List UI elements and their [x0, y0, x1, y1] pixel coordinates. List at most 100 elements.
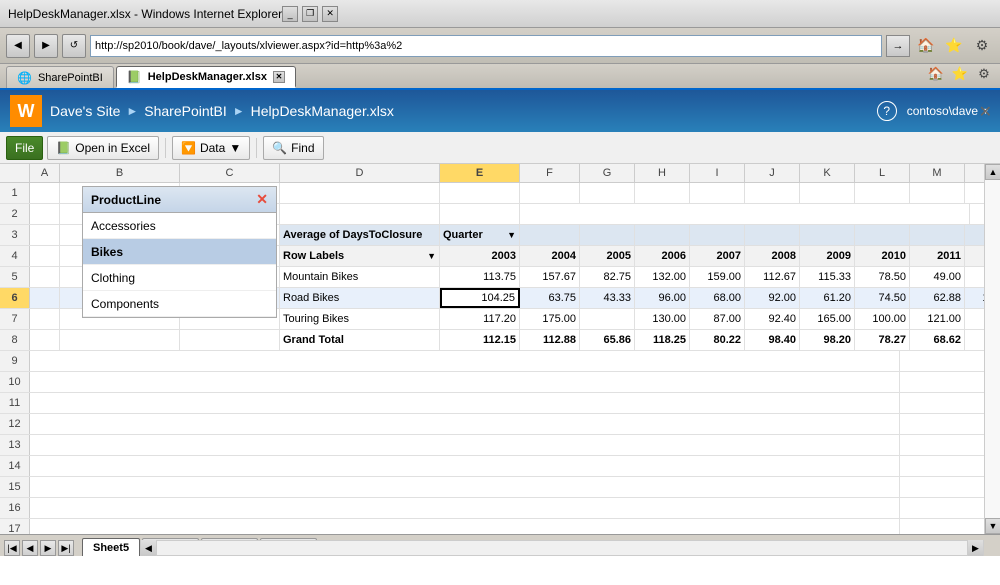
restore-button[interactable]: ❐ — [302, 6, 318, 22]
cell-d3-pivot-header[interactable]: Average of DaysToClosure — [280, 225, 440, 245]
col-header-e[interactable]: E — [440, 164, 520, 182]
cell-a5[interactable] — [30, 267, 60, 287]
cell-f4-2004[interactable]: 2004 — [520, 246, 580, 266]
cell-f5-val[interactable]: 157.67 — [520, 267, 580, 287]
cell-h3[interactable] — [635, 225, 690, 245]
cell-j8-val[interactable]: 98.40 — [745, 330, 800, 350]
cell-e1[interactable] — [440, 183, 520, 203]
helpdesk-tab-close[interactable]: ✕ — [273, 71, 285, 83]
cell-rest-2[interactable] — [520, 204, 970, 224]
cell-m1[interactable] — [910, 183, 965, 203]
home-icon[interactable]: 🏠 — [914, 34, 938, 58]
col-header-f[interactable]: F — [520, 164, 580, 182]
cell-f8-val[interactable]: 112.88 — [520, 330, 580, 350]
cell-g4-2005[interactable]: 2005 — [580, 246, 635, 266]
col-header-a[interactable]: A — [30, 164, 60, 182]
sheet-prev-button[interactable]: ◀ — [22, 540, 38, 556]
cell-h6-val[interactable]: 96.00 — [635, 288, 690, 308]
scroll-track[interactable] — [985, 180, 1000, 518]
cell-a1[interactable] — [30, 183, 60, 203]
cell-d5-mountain[interactable]: Mountain Bikes — [280, 267, 440, 287]
cell-i4-2007[interactable]: 2007 — [690, 246, 745, 266]
col-header-m[interactable]: M — [910, 164, 965, 182]
cell-m3[interactable] — [910, 225, 965, 245]
cell-i5-val[interactable]: 159.00 — [690, 267, 745, 287]
cell-d6-road[interactable]: Road Bikes — [280, 288, 440, 308]
col-header-g[interactable]: G — [580, 164, 635, 182]
refresh-button[interactable]: ↺ — [62, 34, 86, 58]
cell-e6-val-selected[interactable]: 104.25 — [440, 288, 520, 308]
sheet-last-button[interactable]: ▶| — [58, 540, 74, 556]
cell-g3[interactable] — [580, 225, 635, 245]
viewer-close-button[interactable]: ✕ — [979, 102, 992, 122]
cell-a4[interactable] — [30, 246, 60, 266]
scroll-up-button[interactable]: ▲ — [985, 164, 1000, 180]
col-header-c[interactable]: C — [180, 164, 280, 182]
horizontal-scrollbar[interactable]: ◀ ▶ — [140, 540, 984, 556]
cell-h7-val[interactable]: 130.00 — [635, 309, 690, 329]
cell-d1[interactable] — [280, 183, 440, 203]
cell-g1[interactable] — [580, 183, 635, 203]
col-header-j[interactable]: J — [745, 164, 800, 182]
cell-g7-val[interactable] — [580, 309, 635, 329]
slicer-item-accessories[interactable]: Accessories — [83, 213, 276, 239]
cell-a7[interactable] — [30, 309, 60, 329]
cell-e5-val[interactable]: 113.75 — [440, 267, 520, 287]
cell-a6[interactable] — [30, 288, 60, 308]
cell-i8-val[interactable]: 80.22 — [690, 330, 745, 350]
cell-j5-val[interactable]: 112.67 — [745, 267, 800, 287]
breadcrumb-site[interactable]: Dave's Site — [50, 103, 120, 119]
cell-f7-val[interactable]: 175.00 — [520, 309, 580, 329]
scroll-left-button[interactable]: ◀ — [141, 540, 157, 556]
cell-m5-val[interactable]: 49.00 — [910, 267, 965, 287]
cell-h1[interactable] — [635, 183, 690, 203]
cell-k5-val[interactable]: 115.33 — [800, 267, 855, 287]
address-input[interactable] — [90, 35, 882, 57]
sheet-next-button[interactable]: ▶ — [40, 540, 56, 556]
favorites-nav-icon[interactable]: ⭐ — [950, 64, 970, 84]
cell-m7-val[interactable]: 121.00 — [910, 309, 965, 329]
cell-a2[interactable] — [30, 204, 60, 224]
file-button[interactable]: File — [6, 136, 43, 160]
cell-l8-val[interactable]: 78.27 — [855, 330, 910, 350]
cell-l1[interactable] — [855, 183, 910, 203]
minimize-button[interactable]: _ — [282, 6, 298, 22]
sheet-first-button[interactable]: |◀ — [4, 540, 20, 556]
breadcrumb-lib[interactable]: SharePointBI — [144, 103, 227, 119]
open-excel-button[interactable]: 📗 Open in Excel — [47, 136, 159, 160]
cell-d7-touring[interactable]: Touring Bikes — [280, 309, 440, 329]
cell-k1[interactable] — [800, 183, 855, 203]
row-labels-dropdown-icon[interactable]: ▼ — [427, 251, 436, 261]
cell-d4-row-labels[interactable]: Row Labels ▼ — [280, 246, 440, 266]
cell-g5-val[interactable]: 82.75 — [580, 267, 635, 287]
cell-l4-2010[interactable]: 2010 — [855, 246, 910, 266]
cell-d8-grand[interactable]: Grand Total — [280, 330, 440, 350]
cell-k8-val[interactable]: 98.20 — [800, 330, 855, 350]
cell-l7-val[interactable]: 100.00 — [855, 309, 910, 329]
go-button[interactable]: → — [886, 35, 910, 57]
slicer-item-clothing[interactable]: Clothing — [83, 265, 276, 291]
help-button[interactable]: ? — [877, 101, 897, 121]
home-nav-icon[interactable]: 🏠 — [926, 64, 946, 84]
cell-f1[interactable] — [520, 183, 580, 203]
vertical-scrollbar[interactable]: ▲ ▼ — [984, 164, 1000, 534]
close-button[interactable]: ✕ — [322, 6, 338, 22]
cell-g8-val[interactable]: 65.86 — [580, 330, 635, 350]
tab-helpdesk[interactable]: 📗 HelpDeskManager.xlsx ✕ — [116, 66, 296, 88]
cell-i3[interactable] — [690, 225, 745, 245]
cell-j1[interactable] — [745, 183, 800, 203]
cell-e7-val[interactable]: 117.20 — [440, 309, 520, 329]
cell-m8-val[interactable]: 68.62 — [910, 330, 965, 350]
col-header-h[interactable]: H — [635, 164, 690, 182]
cell-f6-val[interactable]: 63.75 — [520, 288, 580, 308]
favorites-icon[interactable]: ⭐ — [942, 34, 966, 58]
cell-e2[interactable] — [440, 204, 520, 224]
cell-a8[interactable] — [30, 330, 60, 350]
tools-nav-icon[interactable]: ⚙ — [974, 64, 994, 84]
cell-m4-2011[interactable]: 2011 — [910, 246, 965, 266]
cell-i6-val[interactable]: 68.00 — [690, 288, 745, 308]
cell-i1[interactable] — [690, 183, 745, 203]
find-button[interactable]: 🔍 Find — [263, 136, 323, 160]
cell-f3[interactable] — [520, 225, 580, 245]
cell-l5-val[interactable]: 78.50 — [855, 267, 910, 287]
